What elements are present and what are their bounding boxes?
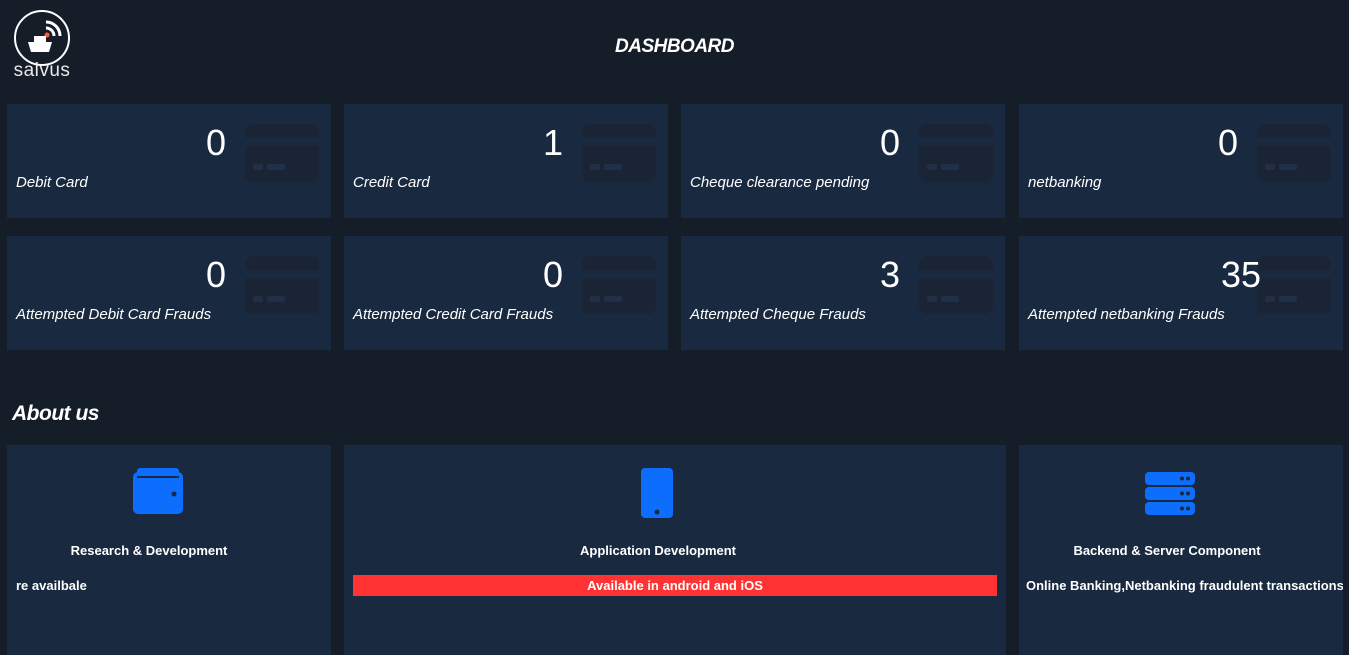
stat-card-attempted-cheque-frauds[interactable]: 3 Attempted Cheque Frauds <box>681 236 1005 350</box>
about-card-heading: Backend & Server Component <box>1073 543 1261 558</box>
stat-value: 35 <box>1220 254 1261 295</box>
stat-card-attempted-debit-frauds[interactable]: 0 Attempted Debit Card Frauds <box>7 236 331 350</box>
credit-card-icon <box>582 124 656 182</box>
stat-value: 0 <box>205 122 226 163</box>
stat-card-netbanking[interactable]: 0 netbanking <box>1019 104 1343 218</box>
stat-label: Attempted netbanking Frauds <box>1028 306 1225 323</box>
about-card-text: Online Banking,Netbanking fraudulent tra… <box>1026 578 1343 593</box>
credit-card-icon <box>245 256 319 314</box>
stat-value: 0 <box>1217 122 1238 163</box>
about-card-heading: Research & Development <box>70 543 228 558</box>
credit-card-icon <box>1257 256 1331 314</box>
availability-banner: Available in android and iOS <box>353 575 997 596</box>
about-card-backend[interactable]: Backend & Server Component Online Bankin… <box>1019 445 1343 655</box>
wallet-icon <box>133 468 183 514</box>
stat-label: Attempted Credit Card Frauds <box>353 306 554 323</box>
stat-value: 0 <box>879 122 900 163</box>
credit-card-icon <box>919 256 993 314</box>
credit-card-icon <box>582 256 656 314</box>
stat-label: netbanking <box>1028 174 1102 191</box>
credit-card-icon <box>1257 124 1331 182</box>
stat-label: Credit Card <box>353 174 430 191</box>
stat-card-debit-card[interactable]: 0 Debit Card <box>7 104 331 218</box>
stat-card-cheque-clearance[interactable]: 0 Cheque clearance pending <box>681 104 1005 218</box>
stat-label: Attempted Cheque Frauds <box>690 306 866 323</box>
about-card-application[interactable]: Application Development Available in and… <box>344 445 1006 655</box>
stat-label: Cheque clearance pending <box>690 174 870 191</box>
stat-value: 3 <box>879 254 900 295</box>
server-icon <box>1145 472 1195 515</box>
about-card-text: re availbale <box>16 578 87 593</box>
stat-label: Attempted Debit Card Frauds <box>16 306 212 323</box>
stat-value: 0 <box>542 254 563 295</box>
credit-card-icon <box>919 124 993 182</box>
stat-card-attempted-credit-frauds[interactable]: 0 Attempted Credit Card Frauds <box>344 236 668 350</box>
credit-card-icon <box>245 124 319 182</box>
brand-name: salvus <box>13 60 71 81</box>
about-card-research[interactable]: Research & Development re availbale <box>7 445 331 655</box>
stat-value: 1 <box>542 122 563 163</box>
stat-value: 0 <box>205 254 226 295</box>
about-us-heading: About us <box>12 402 99 425</box>
stat-card-credit-card[interactable]: 1 Credit Card <box>344 104 668 218</box>
stat-label: Debit Card <box>16 174 88 191</box>
page-title: DASHBOARD <box>615 36 735 57</box>
stat-card-attempted-netbanking-frauds[interactable]: 35 Attempted netbanking Frauds <box>1019 236 1343 350</box>
mobile-phone-icon <box>641 468 673 518</box>
about-card-heading: Application Development <box>579 543 737 558</box>
